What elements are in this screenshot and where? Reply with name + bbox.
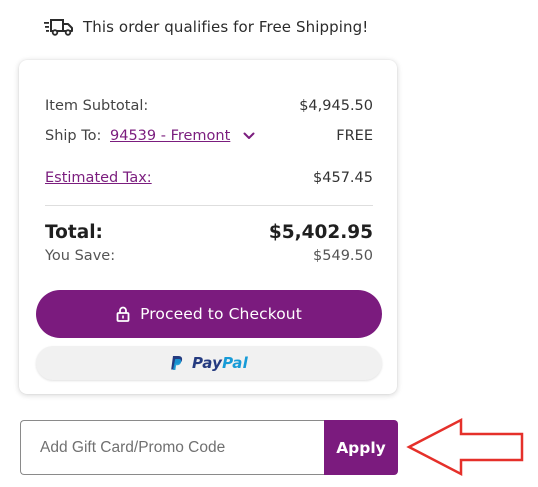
- free-shipping-text: This order qualifies for Free Shipping!: [83, 18, 369, 36]
- order-summary-card: Item Subtotal: $4,945.50 Ship To: 94539 …: [19, 60, 397, 394]
- paypal-word-pal: Pal: [222, 354, 248, 372]
- lock-icon: [116, 306, 130, 322]
- estimated-tax-value: $457.45: [313, 170, 373, 186]
- estimated-tax-row: Estimated Tax: $457.45: [45, 170, 373, 186]
- summary-divider: [45, 205, 373, 206]
- ship-to-group: Ship To: 94539 - Fremont: [45, 128, 255, 144]
- total-value: $5,402.95: [268, 222, 373, 243]
- ship-to-label: Ship To:: [45, 128, 102, 144]
- proceed-to-checkout-button[interactable]: Proceed to Checkout: [36, 290, 382, 338]
- you-save-label: You Save:: [45, 248, 116, 264]
- item-subtotal-row: Item Subtotal: $4,945.50: [45, 98, 373, 114]
- paypal-button[interactable]: PayPal: [36, 346, 382, 380]
- red-arrow-annotation: [406, 417, 524, 477]
- promo-code-input[interactable]: [20, 420, 326, 475]
- item-subtotal-value: $4,945.50: [299, 98, 373, 114]
- estimated-tax-link[interactable]: Estimated Tax:: [45, 170, 152, 186]
- you-save-value: $549.50: [313, 248, 373, 264]
- ship-to-row: Ship To: 94539 - Fremont FREE: [45, 128, 373, 144]
- total-label: Total:: [45, 222, 103, 243]
- you-save-row: You Save: $549.50: [45, 248, 373, 264]
- paypal-wordmark: PayPal: [192, 354, 248, 372]
- promo-code-group: Apply: [20, 420, 398, 475]
- shipping-cost-value: FREE: [336, 128, 373, 144]
- chevron-down-icon[interactable]: [243, 132, 255, 140]
- fast-truck-icon: [44, 19, 73, 36]
- item-subtotal-label: Item Subtotal:: [45, 98, 149, 114]
- paypal-logo-icon: [171, 356, 183, 370]
- paypal-word-pay: Pay: [192, 354, 223, 372]
- apply-button[interactable]: Apply: [324, 420, 398, 475]
- free-shipping-banner: This order qualifies for Free Shipping!: [44, 16, 368, 38]
- checkout-label: Proceed to Checkout: [140, 305, 302, 323]
- total-row: Total: $5,402.95: [45, 222, 373, 243]
- ship-to-location-link[interactable]: 94539 - Fremont: [110, 128, 230, 144]
